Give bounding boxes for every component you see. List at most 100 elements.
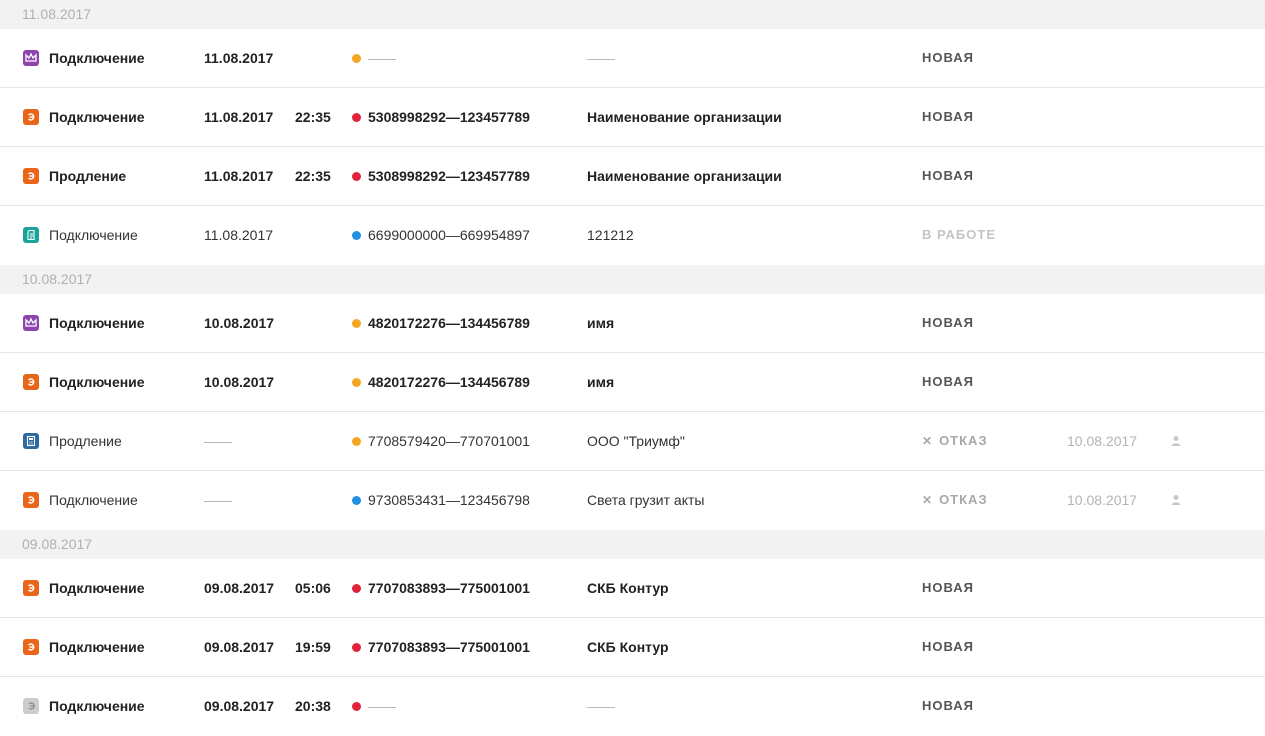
- status-dot: [352, 318, 361, 328]
- row-type-icon-cell: [23, 29, 40, 87]
- status-badge: В РАБОТЕ: [922, 227, 996, 242]
- row-date: 09.08.2017: [204, 698, 275, 714]
- row-type-icon-cell: [23, 147, 40, 205]
- status-dot-cell: [352, 559, 361, 617]
- row-inn-kpp: 7708579420—770701001: [368, 433, 530, 449]
- status-badge: ✕ ОТКАЗ: [922, 412, 988, 470]
- e-icon: [23, 109, 39, 125]
- row-type-icon-cell: [23, 88, 40, 146]
- status-label: ОТКАЗ: [939, 433, 988, 448]
- row-inn-kpp: 9730853431—123456798: [368, 492, 530, 508]
- table-row[interactable]: Подключение 11.08.2017 22:35 5308998292—123…: [0, 88, 1265, 147]
- table-row[interactable]: Подключение 09.08.2017 20:38 НОВАЯ: [0, 677, 1265, 736]
- row-organization: 121212: [587, 227, 634, 243]
- status-dot: [352, 112, 361, 122]
- status-dot: [352, 171, 361, 181]
- row-type-icon-cell: [23, 471, 40, 529]
- row-type-icon-cell: [23, 206, 40, 264]
- close-icon: ✕: [922, 493, 934, 507]
- row-inn-kpp: 5308998292—123457789: [368, 109, 530, 125]
- row-type: Подключение: [49, 374, 145, 390]
- e-icon: [23, 580, 39, 596]
- row-inn-kpp: [368, 29, 396, 87]
- row-inn-kpp: 6699000000—669954897: [368, 227, 530, 243]
- e-icon: [23, 168, 39, 184]
- empty-dash: [368, 706, 396, 708]
- table-row[interactable]: Подключение 11.08.2017 6699000000—66995489…: [0, 206, 1265, 265]
- row-type: Продление: [49, 168, 127, 184]
- crown-icon: [23, 315, 39, 331]
- crown-icon: [23, 50, 39, 66]
- row-type-icon-cell: [23, 618, 40, 676]
- row-inn-kpp: 5308998292—123457789: [368, 168, 530, 184]
- row-organization: имя: [587, 374, 615, 390]
- user-icon: [1170, 471, 1182, 529]
- status-badge: НОВАЯ: [922, 109, 974, 124]
- table-row[interactable]: Подключение 9730853431—123456798 Света гру…: [0, 471, 1265, 530]
- row-time: 22:35: [295, 109, 331, 125]
- row-type: Подключение: [49, 227, 138, 243]
- table-row[interactable]: Подключение 10.08.2017 4820172276—13445678…: [0, 353, 1265, 412]
- status-dot-cell: [352, 618, 361, 676]
- empty-dash: [368, 58, 396, 60]
- status-dot-cell: [352, 206, 361, 264]
- row-date: 11.08.2017: [204, 109, 274, 125]
- table-row[interactable]: Продление 11.08.2017 22:35 5308998292—12345…: [0, 147, 1265, 206]
- group-date-header: 10.08.2017: [0, 265, 1265, 294]
- row-type: Подключение: [49, 109, 145, 125]
- row-organization: имя: [587, 315, 615, 331]
- row-type-icon-cell: [23, 412, 40, 470]
- table-row[interactable]: Подключение 09.08.2017 19:59 7707083893—775…: [0, 618, 1265, 677]
- table-row[interactable]: Подключение 11.08.2017 НОВАЯ: [0, 29, 1265, 88]
- status-date: 10.08.2017: [1067, 433, 1138, 449]
- row-organization: СКБ Контур: [587, 639, 669, 655]
- e-gray-icon: [23, 698, 39, 714]
- status-badge: НОВАЯ: [922, 374, 974, 389]
- group-date-header: 11.08.2017: [0, 0, 1265, 29]
- status-badge: ✕ ОТКАЗ: [922, 471, 988, 529]
- status-dot: [352, 701, 361, 711]
- document-icon: [23, 227, 39, 243]
- user-icon: [1170, 412, 1182, 470]
- table-row[interactable]: Подключение 10.08.2017 4820172276—13445678…: [0, 294, 1265, 353]
- status-dot-cell: [352, 471, 361, 529]
- row-type: Подключение: [49, 315, 145, 331]
- row-date: 09.08.2017: [204, 580, 275, 596]
- row-organization: Наименование организации: [587, 109, 782, 125]
- status-dot-cell: [352, 294, 361, 352]
- group-date-header: 09.08.2017: [0, 530, 1265, 559]
- row-organization: [587, 29, 615, 87]
- status-dot: [352, 642, 361, 652]
- row-time: 05:06: [295, 580, 331, 596]
- status-dot: [352, 436, 361, 446]
- close-icon: ✕: [922, 434, 934, 448]
- row-organization: Наименование организации: [587, 168, 782, 184]
- status-dot-cell: [352, 412, 361, 470]
- row-date: 10.08.2017: [204, 374, 275, 390]
- row-type: Подключение: [49, 50, 145, 66]
- row-organization: ООО "Триумф": [587, 433, 685, 449]
- row-type: Подключение: [49, 698, 145, 714]
- status-dot: [352, 495, 361, 505]
- row-date: 09.08.2017: [204, 639, 275, 655]
- row-time: 22:35: [295, 168, 331, 184]
- row-type: Подключение: [49, 639, 145, 655]
- e-icon: [23, 374, 39, 390]
- row-type: Продление: [49, 433, 122, 449]
- row-type-icon-cell: [23, 353, 40, 411]
- table-row[interactable]: Продление 7708579420—770701001 ООО "Триумф…: [0, 412, 1265, 471]
- row-inn-kpp: 4820172276—134456789: [368, 315, 530, 331]
- calculator-icon: [23, 433, 39, 449]
- empty-dash: [204, 441, 232, 443]
- status-dot: [352, 230, 361, 240]
- status-date: 10.08.2017: [1067, 492, 1138, 508]
- row-type-icon-cell: [23, 677, 40, 735]
- table-row[interactable]: Подключение 09.08.2017 05:06 7707083893—775…: [0, 559, 1265, 618]
- status-dot: [352, 583, 361, 593]
- row-date: 10.08.2017: [204, 315, 275, 331]
- row-organization: Света грузит акты: [587, 492, 705, 508]
- status-label: ОТКАЗ: [939, 492, 988, 507]
- e-icon: [23, 492, 39, 508]
- row-inn-kpp: [368, 677, 396, 735]
- row-organization: [587, 677, 615, 735]
